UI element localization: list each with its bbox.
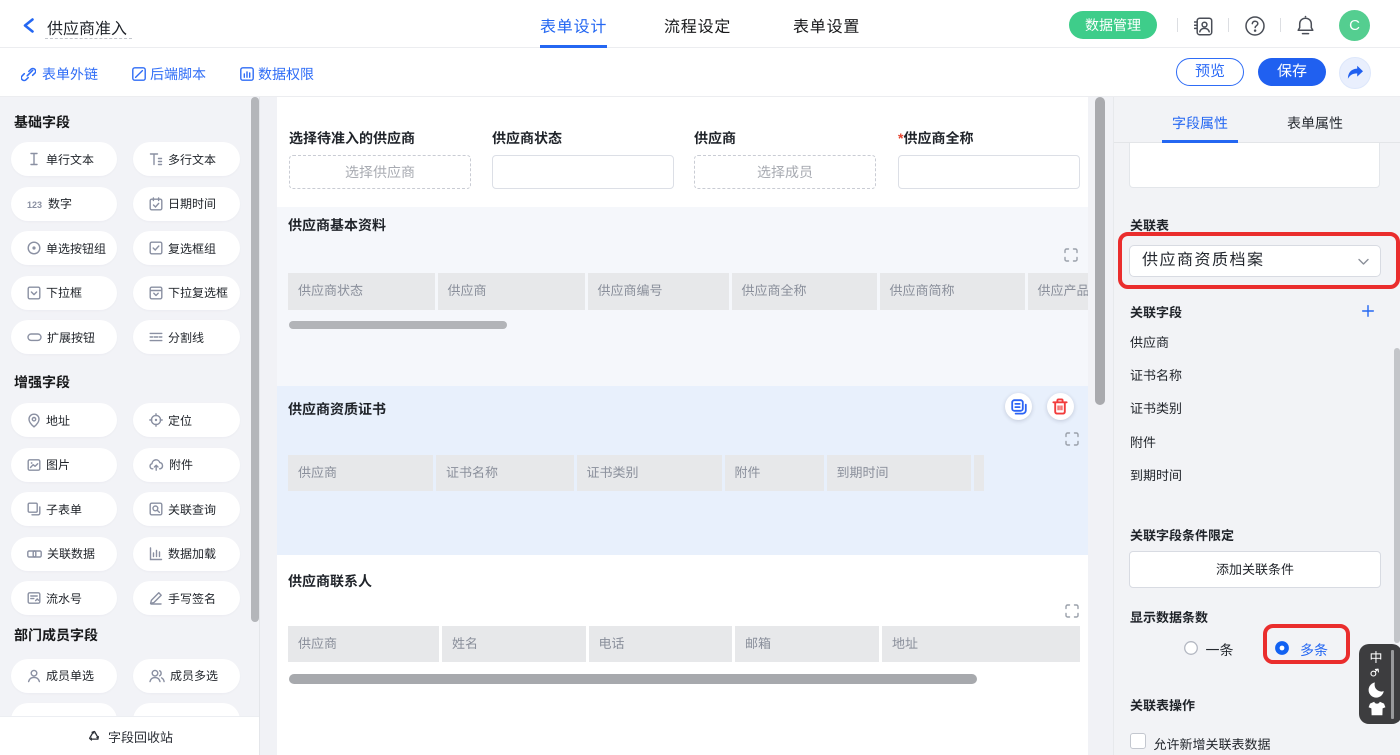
svg-text:123: 123 <box>27 200 42 210</box>
